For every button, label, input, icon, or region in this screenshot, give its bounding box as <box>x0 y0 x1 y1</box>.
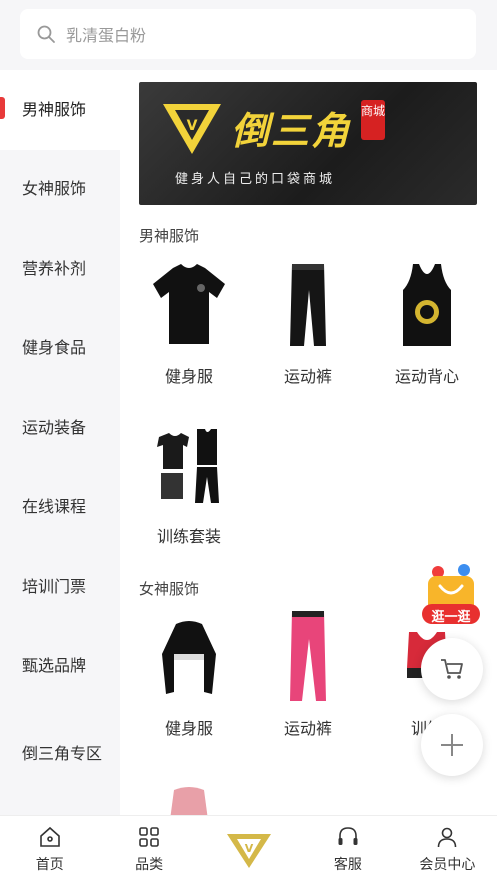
section-title-men: 男神服饰 <box>139 227 200 245</box>
svg-text:V: V <box>187 118 198 134</box>
banner-seal: 商城 <box>361 100 385 140</box>
tab-label: 品类 <box>135 857 164 873</box>
product-label: 运动背心 <box>394 367 459 386</box>
product-image <box>130 760 248 815</box>
category-sidebar: 男神服饰 女神服饰 营养补剂 健身食品 运动装备 在线课程 培训门票 甄选品牌 … <box>0 70 120 815</box>
product-men-fitness-shirt[interactable]: 健身服 <box>130 255 248 387</box>
brand-banner[interactable]: V 倒三角 商城 健身人自己的口袋商城 <box>139 82 477 205</box>
tab-service[interactable]: 客服 <box>298 816 397 883</box>
sidebar-item-equipment[interactable]: 运动装备 <box>0 388 120 468</box>
banner-brand: 倒三角 <box>231 109 352 153</box>
product-image <box>249 255 367 355</box>
tab-label: 会员中心 <box>419 857 476 873</box>
product-image <box>249 607 367 707</box>
product-men-tank-top[interactable]: 运动背心 <box>368 255 486 387</box>
sidebar-item-taper-zone[interactable]: 倒三角专区 <box>0 706 120 802</box>
browse-promo-button[interactable]: 逛一逛 <box>420 562 482 628</box>
plus-icon <box>441 734 463 756</box>
product-image <box>130 255 248 355</box>
section-title-women: 女神服饰 <box>139 580 200 598</box>
sidebar-item-brands[interactable]: 甄选品牌 <box>0 627 120 707</box>
cart-icon <box>441 659 463 679</box>
sidebar-item-label: 甄选品牌 <box>22 656 87 676</box>
tab-label: 客服 <box>333 857 362 873</box>
product-men-sport-pants[interactable]: 运动裤 <box>249 255 367 387</box>
bottom-tab-bar: 首页 品类 V 客服 会员中心 <box>0 815 497 883</box>
grid-icon <box>139 827 159 847</box>
product-label: 健身服 <box>164 367 213 386</box>
product-women-partial[interactable] <box>130 760 248 815</box>
sidebar-item-training-tickets[interactable]: 培训门票 <box>0 547 120 627</box>
product-image <box>130 607 248 707</box>
product-label: 训练套装 <box>156 527 221 546</box>
category-content: V 倒三角 商城 健身人自己的口袋商城 男神服饰 健身服 运动裤 运动背心 训练… <box>120 70 497 815</box>
sidebar-item-label: 男神服饰 <box>22 99 87 119</box>
sidebar-item-fitness-food[interactable]: 健身食品 <box>0 309 120 389</box>
search-placeholder: 乳清蛋白粉 <box>66 26 147 45</box>
home-icon <box>39 826 60 847</box>
search-bar: 乳清蛋白粉 <box>0 0 497 70</box>
sidebar-item-label: 在线课程 <box>22 497 87 517</box>
sidebar-item-online-courses[interactable]: 在线课程 <box>0 468 120 548</box>
product-men-training-set[interactable]: 训练套装 <box>130 415 248 547</box>
sidebar-item-women-apparel[interactable]: 女神服饰 <box>0 150 120 230</box>
sidebar-item-label: 培训门票 <box>22 576 87 596</box>
product-women-sport-pants[interactable]: 运动裤 <box>249 607 367 739</box>
svg-text:V: V <box>244 842 253 855</box>
sidebar-item-label: 健身食品 <box>22 338 87 358</box>
promo-label: 逛一逛 <box>431 610 471 625</box>
sidebar-item-label: 女神服饰 <box>22 179 87 199</box>
product-women-fitness-top[interactable]: 健身服 <box>130 607 248 739</box>
product-image <box>130 415 248 515</box>
taper-logo-icon: V <box>226 833 271 868</box>
add-button[interactable] <box>421 714 483 776</box>
user-icon <box>438 827 457 848</box>
sidebar-item-supplements[interactable]: 营养补剂 <box>0 229 120 309</box>
search-input[interactable]: 乳清蛋白粉 <box>20 9 476 59</box>
sidebar-item-label: 运动装备 <box>22 417 87 437</box>
headset-icon <box>338 827 358 845</box>
product-label: 健身服 <box>164 719 213 738</box>
search-icon <box>37 25 55 43</box>
taper-logo-icon: V <box>163 104 221 154</box>
tab-member[interactable]: 会员中心 <box>398 816 497 883</box>
cart-button[interactable] <box>421 638 483 700</box>
tab-category[interactable]: 品类 <box>99 816 198 883</box>
sidebar-item-label: 倒三角专区 <box>22 744 103 763</box>
tab-home[interactable]: 首页 <box>0 816 99 883</box>
banner-slogan: 健身人自己的口袋商城 <box>175 172 336 187</box>
tab-label: 首页 <box>35 857 64 873</box>
product-label: 运动裤 <box>283 719 332 738</box>
sidebar-item-men-apparel[interactable]: 男神服饰 <box>0 70 120 150</box>
product-label: 运动裤 <box>283 367 332 386</box>
tab-taper[interactable]: V <box>199 816 298 883</box>
product-image <box>368 255 486 355</box>
sidebar-item-label: 营养补剂 <box>22 258 87 278</box>
